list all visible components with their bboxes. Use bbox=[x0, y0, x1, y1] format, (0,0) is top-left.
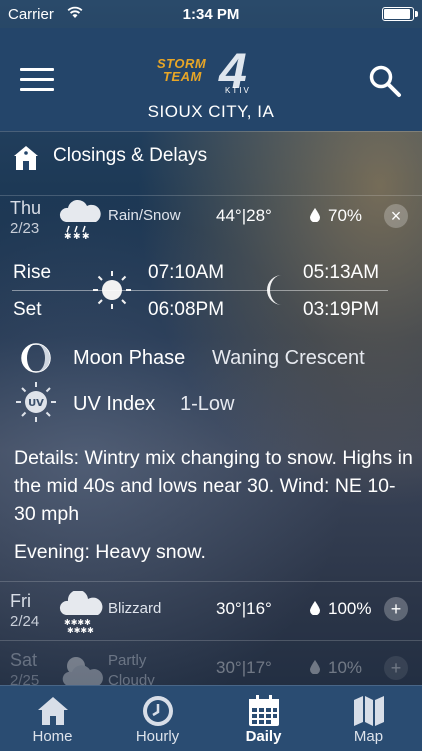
divider bbox=[0, 640, 422, 641]
forecast-details: Details: Wintry mix changing to snow. Hi… bbox=[14, 447, 413, 525]
moon-phase-icon bbox=[21, 343, 51, 373]
day-date: 2/24 bbox=[10, 613, 40, 630]
location-title[interactable]: SIOUX CITY, IA bbox=[0, 102, 422, 122]
uv-icon-text: UV bbox=[28, 398, 44, 409]
day-row-thu[interactable]: Thu 2/23 ✱ ✱ ✱ Rain/Snow 44°|28° 70% × bbox=[0, 196, 422, 240]
raindrop-icon bbox=[310, 601, 320, 615]
battery-icon bbox=[382, 7, 418, 21]
expand-button[interactable]: + bbox=[384, 597, 408, 621]
set-label: Set bbox=[13, 299, 42, 320]
day-row-fri[interactable]: Fri 2/24 ✱✱✱✱ ✱✱✱✱ Blizzard 30°|16° 100%… bbox=[0, 589, 422, 635]
logo-station: KTIV bbox=[225, 86, 251, 95]
tab-hourly[interactable]: Hourly bbox=[105, 686, 210, 751]
divider bbox=[0, 581, 422, 582]
menu-line bbox=[20, 68, 54, 71]
sunrise-time: 07:10AM bbox=[148, 262, 225, 283]
high-low-temps: 30°|16° bbox=[216, 599, 272, 618]
svg-text:✱: ✱ bbox=[82, 232, 90, 240]
moon-phase-label: Moon Phase bbox=[73, 347, 186, 369]
moonrise-time: 05:13AM bbox=[303, 262, 380, 283]
school-icon bbox=[14, 146, 38, 170]
day-name: Sat bbox=[10, 650, 38, 670]
closings-label: Closings & Delays bbox=[53, 145, 208, 166]
tab-label: Hourly bbox=[135, 728, 180, 745]
home-icon bbox=[38, 697, 68, 725]
rain-snow-icon: ✱ ✱ ✱ bbox=[59, 199, 101, 240]
tab-label: Home bbox=[32, 728, 73, 745]
menu-line bbox=[20, 78, 54, 81]
day-date: 2/23 bbox=[10, 220, 40, 237]
search-icon[interactable] bbox=[368, 64, 402, 98]
day-name: Fri bbox=[10, 591, 31, 611]
evening-forecast: Evening: Heavy snow. bbox=[14, 541, 206, 563]
svg-text:✱✱✱✱: ✱✱✱✱ bbox=[67, 626, 94, 635]
svg-text:✱: ✱ bbox=[73, 232, 81, 240]
divider bbox=[0, 131, 422, 132]
logo-team-text: TEAM bbox=[163, 69, 202, 84]
tab-daily[interactable]: Daily bbox=[211, 686, 316, 751]
high-low-temps: 30°|17° bbox=[216, 658, 272, 677]
raindrop-icon bbox=[310, 660, 320, 674]
closings-delays-row[interactable]: Closings & Delays bbox=[0, 133, 422, 181]
precip-percent: 70% bbox=[328, 206, 363, 225]
tab-bar: Home Hourly Daily Map bbox=[0, 685, 422, 751]
high-low-temps: 44°|28° bbox=[216, 206, 272, 225]
tab-label: Daily bbox=[245, 728, 282, 745]
sunset-time: 06:08PM bbox=[148, 299, 225, 320]
menu-line bbox=[20, 88, 54, 91]
partly-cloudy-icon bbox=[62, 657, 103, 686]
day-name: Thu bbox=[10, 198, 42, 218]
rise-label: Rise bbox=[13, 262, 52, 283]
menu-button[interactable] bbox=[20, 68, 54, 94]
svg-text:✱: ✱ bbox=[64, 232, 72, 240]
status-bar: Carrier 1:34 PM bbox=[0, 0, 422, 28]
expand-button[interactable]: + bbox=[384, 656, 408, 680]
tab-label: Map bbox=[353, 728, 384, 745]
moon-phase-value: Waning Crescent bbox=[212, 347, 365, 369]
storm-team-logo[interactable]: STORM TEAM 4 KTIV bbox=[157, 46, 267, 98]
rise-set-divider bbox=[12, 290, 388, 291]
precip-percent: 10% bbox=[328, 658, 363, 677]
uv-sun-icon: UV bbox=[16, 382, 56, 422]
collapse-button[interactable]: × bbox=[384, 204, 408, 228]
tab-home[interactable]: Home bbox=[0, 686, 105, 751]
uv-index-value: 1-Low bbox=[180, 393, 235, 415]
raindrop-icon bbox=[310, 208, 320, 222]
clock-time: 1:34 PM bbox=[182, 6, 240, 23]
uv-index-row: UV UV Index 1-Low bbox=[0, 382, 422, 422]
moon-phase-row: Moon Phase Waning Crescent bbox=[0, 340, 422, 380]
moonset-time: 03:19PM bbox=[303, 299, 380, 320]
map-icon bbox=[354, 696, 384, 726]
condition-label: Blizzard bbox=[108, 600, 162, 617]
clock-icon bbox=[143, 696, 173, 726]
calendar-icon bbox=[249, 695, 279, 726]
app-header: STORM TEAM 4 KTIV SIOUX CITY, IA bbox=[0, 28, 422, 131]
precip-percent: 100% bbox=[328, 599, 372, 618]
tab-map[interactable]: Map bbox=[316, 686, 421, 751]
condition-label: Rain/Snow bbox=[108, 207, 181, 224]
uv-index-label: UV Index bbox=[73, 393, 156, 415]
blizzard-icon: ✱✱✱✱ ✱✱✱✱ bbox=[59, 591, 103, 635]
